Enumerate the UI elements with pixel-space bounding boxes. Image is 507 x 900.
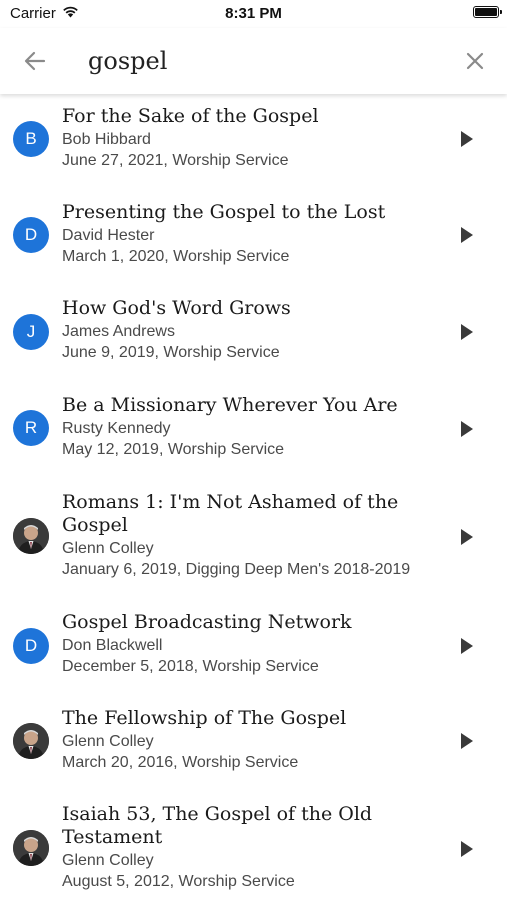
list-item[interactable]: R Be a Missionary Wherever You Are Rusty… <box>0 382 507 480</box>
back-button[interactable] <box>19 45 51 77</box>
battery-icon <box>473 6 502 18</box>
sermon-title: Gospel Broadcasting Network <box>62 611 352 633</box>
sermon-title: Presenting the Gospel to the Lost <box>62 201 386 223</box>
sermon-meta: January 6, 2019, Digging Deep Men's 2018… <box>62 561 411 578</box>
avatar-letter: R <box>24 418 38 437</box>
list-item[interactable]: B For the Sake of the Gospel Bob Hibbard… <box>0 94 507 190</box>
sermon-meta: March 20, 2016, Worship Service <box>62 754 299 771</box>
avatar-letter: D <box>24 636 38 655</box>
speaker-name: David Hester <box>62 227 155 244</box>
speaker-photo <box>13 723 49 759</box>
avatar <box>13 723 49 759</box>
sermon-title: The Fellowship of The Gospel <box>62 707 347 729</box>
avatar: J <box>13 314 49 350</box>
list-item[interactable]: J How God's Word Grows James Andrews Jun… <box>0 286 507 382</box>
search-input[interactable] <box>88 41 428 81</box>
result-text: Presenting the Gospel to the Lost David … <box>62 201 447 267</box>
result-text: For the Sake of the Gospel Bob Hibbard J… <box>62 105 447 171</box>
result-text: Isaiah 53, The Gospel of the Old Testame… <box>62 803 447 892</box>
list-item[interactable]: The Fellowship of The Gospel Glenn Colle… <box>0 696 507 792</box>
avatar <box>13 518 49 554</box>
avatar-letter: D <box>24 225 38 244</box>
close-icon <box>466 52 484 70</box>
sermon-title: How God's Word Grows <box>62 297 291 319</box>
play-icon[interactable] <box>460 528 474 546</box>
result-text: Romans 1: I'm Not Ashamed of the Gospel … <box>62 491 447 580</box>
result-text: Gospel Broadcasting Network Don Blackwel… <box>62 611 447 677</box>
list-item[interactable]: Isaiah 53, The Gospel of the Old Testame… <box>0 792 507 900</box>
status-bar: Carrier 8:31 PM <box>0 0 507 28</box>
sermon-meta: December 5, 2018, Worship Service <box>62 658 319 675</box>
play-icon[interactable] <box>460 732 474 750</box>
result-text: How God's Word Grows James Andrews June … <box>62 297 447 363</box>
status-time: 8:31 PM <box>225 5 282 22</box>
play-icon[interactable] <box>460 637 474 655</box>
clear-search-button[interactable] <box>459 45 491 77</box>
sermon-meta: June 27, 2021, Worship Service <box>62 152 289 169</box>
avatar-letter: B <box>25 129 37 148</box>
play-icon[interactable] <box>460 226 474 244</box>
arrow-left-icon <box>24 51 46 71</box>
sermon-meta: May 12, 2019, Worship Service <box>62 441 285 458</box>
avatar: R <box>13 410 49 446</box>
speaker-name: Glenn Colley <box>62 733 154 750</box>
avatar: D <box>13 628 49 664</box>
sermon-meta: March 1, 2020, Worship Service <box>62 248 290 265</box>
speaker-name: Don Blackwell <box>62 637 163 654</box>
results-list: B For the Sake of the Gospel Bob Hibbard… <box>0 94 507 900</box>
avatar: D <box>13 217 49 253</box>
avatar: B <box>13 121 49 157</box>
speaker-photo <box>13 830 49 866</box>
sermon-title: For the Sake of the Gospel <box>62 105 319 127</box>
speaker-name: Glenn Colley <box>62 540 154 557</box>
play-icon[interactable] <box>460 323 474 341</box>
sermon-meta: August 5, 2012, Worship Service <box>62 873 295 890</box>
play-icon[interactable] <box>460 840 474 858</box>
speaker-name: James Andrews <box>62 323 175 340</box>
list-item[interactable]: D Presenting the Gospel to the Lost Davi… <box>0 190 507 286</box>
result-text: Be a Missionary Wherever You Are Rusty K… <box>62 394 447 460</box>
avatar <box>13 830 49 866</box>
play-icon[interactable] <box>460 130 474 148</box>
sermon-title: Be a Missionary Wherever You Are <box>62 394 398 416</box>
sermon-title: Isaiah 53, The Gospel of the Old Testame… <box>62 803 373 848</box>
speaker-name: Bob Hibbard <box>62 131 151 148</box>
play-icon[interactable] <box>460 420 474 438</box>
speaker-name: Rusty Kennedy <box>62 420 171 437</box>
result-text: The Fellowship of The Gospel Glenn Colle… <box>62 707 447 773</box>
avatar-letter: J <box>26 322 36 341</box>
sermon-title: Romans 1: I'm Not Ashamed of the Gospel <box>62 491 399 536</box>
speaker-name: Glenn Colley <box>62 852 154 869</box>
search-header <box>0 28 507 94</box>
list-item[interactable]: Romans 1: I'm Not Ashamed of the Gospel … <box>0 480 507 600</box>
speaker-photo <box>13 518 49 554</box>
list-item[interactable]: D Gospel Broadcasting Network Don Blackw… <box>0 600 507 696</box>
sermon-meta: June 9, 2019, Worship Service <box>62 344 280 361</box>
